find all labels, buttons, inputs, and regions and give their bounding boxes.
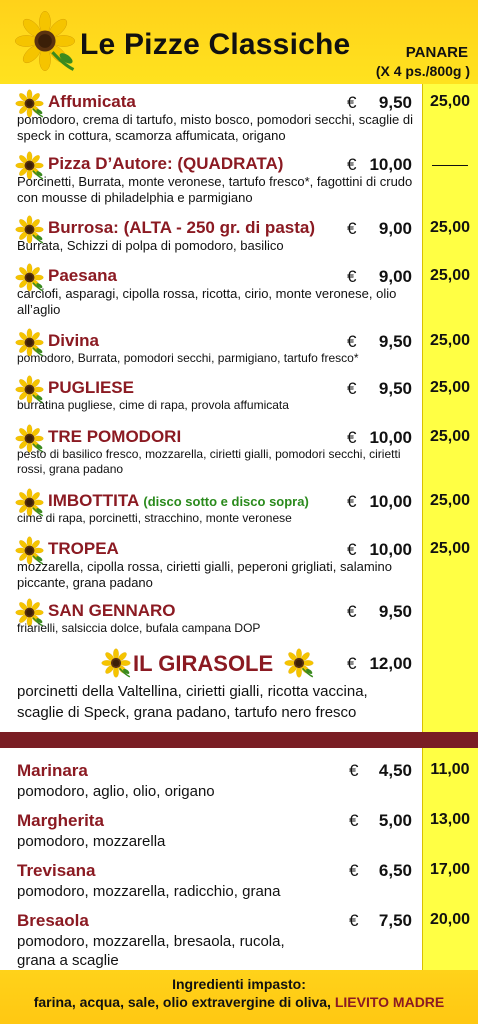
- item-name-note: (disco sotto e disco sopra): [143, 494, 309, 509]
- item-price: 10,00: [369, 492, 412, 511]
- euro-sign: €: [347, 267, 357, 286]
- item-price: 10,00: [369, 155, 412, 174]
- panare-column: [422, 84, 478, 732]
- item-name: Divina: [48, 331, 100, 350]
- panare-column-classiche: [422, 748, 478, 970]
- euro-sign: €: [349, 811, 359, 830]
- item-panare-price: 25,00: [429, 540, 471, 557]
- item-price: 9,50: [378, 93, 412, 112]
- item-price: 9,00: [378, 267, 412, 286]
- item-price: 4,50: [378, 761, 412, 780]
- footer-ingredients: Ingredienti impasto: farina, acqua, sale…: [0, 970, 478, 1024]
- panare-label: PANARE: [405, 44, 468, 61]
- item-panare-price: 25,00: [429, 428, 471, 445]
- footer-ingredients-list: farina, acqua, sale, olio extravergine d…: [33, 994, 331, 1010]
- item-name: Burrosa: (ALTA - 250 gr. di pasta): [48, 218, 316, 237]
- item-description: burratina pugliese, cime di rapa, provol…: [17, 398, 289, 412]
- euro-sign: €: [347, 602, 357, 621]
- item-price: 9,50: [378, 379, 412, 398]
- item-price: 6,50: [378, 861, 412, 880]
- item-description: Porcinetti, Burrata, monte veronese, tar…: [17, 174, 413, 205]
- special-description: porcinetti della Valtellina, ciriettі gi…: [17, 683, 368, 721]
- euro-sign: €: [349, 761, 359, 780]
- euro-sign: €: [347, 379, 357, 398]
- euro-sign: €: [347, 155, 357, 174]
- item-description: pomodoro, mozzarella, bresaola, rucola, …: [17, 933, 285, 969]
- item-name: Pizza D’Autore: (QUADRATA): [48, 154, 284, 173]
- item-panare-price: 25,00: [429, 219, 471, 236]
- item-panare-unavailable: [432, 165, 468, 166]
- item-name: TRE POMODORI: [48, 427, 182, 446]
- item-panare-price: 17,00: [429, 861, 471, 878]
- item-price: 10,00: [369, 540, 412, 559]
- special-price: 12,00: [369, 654, 412, 673]
- item-name: Trevisana: [17, 861, 96, 880]
- item-panare-price: 11,00: [430, 761, 470, 778]
- item-name-text: IMBOTTITA: [48, 491, 139, 510]
- item-name: Bresaola: [17, 911, 89, 930]
- item-name: Margherita: [17, 811, 104, 830]
- item-description: mozzarella, cipolla rossa, ciriettі gial…: [17, 559, 392, 590]
- item-description: Burrata, Schizzi di polpa di pomodoro, b…: [17, 238, 284, 253]
- item-name: SAN GENNARO: [48, 601, 176, 620]
- footer-lievito: LIEVITO MADRE: [334, 994, 445, 1010]
- item-name: PUGLIESE: [48, 378, 134, 397]
- item-name: TROPEA: [48, 539, 119, 558]
- item-price: 9,00: [378, 219, 412, 238]
- item-panare-price: 25,00: [429, 492, 471, 509]
- item-panare-price: 25,00: [429, 267, 471, 284]
- euro-sign: €: [347, 654, 357, 673]
- item-name: Affumicata: [48, 92, 136, 111]
- special-name: IL GIRASOLE: [133, 651, 274, 676]
- item-description: pomodoro, Burrata, pomodori secchi, parm…: [17, 351, 359, 365]
- euro-sign: €: [347, 540, 357, 559]
- item-description: pomodoro, aglio, olio, origano: [17, 783, 215, 800]
- item-panare-price: 25,00: [429, 332, 471, 349]
- footer-text: farina, acqua, sale, olio extravergine d…: [0, 994, 478, 1010]
- item-description: pomodoro, mozzarella, radicchio, grana: [17, 883, 281, 900]
- item-description: friarielli, salsiccia dolce, bufala camp…: [17, 621, 261, 635]
- item-price: 9,50: [378, 332, 412, 351]
- item-description: pesto di basilico fresco, mozzarella, ci…: [17, 447, 401, 476]
- item-panare-price: 20,00: [429, 911, 471, 928]
- euro-sign: €: [347, 93, 357, 112]
- sunflower-icon: [101, 648, 131, 678]
- item-panare-price: 25,00: [429, 93, 471, 110]
- sunflower-logo-icon: [14, 10, 76, 72]
- section-divider: [0, 732, 478, 748]
- item-name: Marinara: [17, 761, 88, 780]
- item-price: 9,50: [378, 602, 412, 621]
- item-description: cime di rapa, porcinetti, stracchino, mo…: [17, 511, 292, 525]
- euro-sign: €: [347, 492, 357, 511]
- item-description: carciofi, asparagi, cipolla rossa, ricot…: [17, 286, 397, 317]
- footer-heading: Ingredienti impasto:: [172, 976, 306, 992]
- euro-sign: €: [347, 428, 357, 447]
- item-price: 5,00: [378, 811, 412, 830]
- item-price: 10,00: [369, 428, 412, 447]
- sunflower-icon: [284, 648, 314, 678]
- item-description: pomodoro, crema di tartufo, misto bosco,…: [17, 112, 413, 143]
- euro-sign: €: [347, 219, 357, 238]
- euro-sign: €: [349, 861, 359, 880]
- panare-sublabel: (X 4 ps./800g ): [375, 63, 470, 79]
- item-name: Paesana: [48, 266, 117, 285]
- item-panare-price: 25,00: [429, 379, 471, 396]
- item-description: pomodoro, mozzarella: [17, 833, 166, 850]
- page-title: Le Pizze Classiche: [80, 28, 351, 61]
- item-panare-price: 13,00: [429, 811, 471, 828]
- euro-sign: €: [347, 332, 357, 351]
- euro-sign: €: [349, 911, 359, 930]
- header-banner: Le Pizze Classiche PANARE (X 4 ps./800g …: [0, 0, 478, 84]
- item-price: 7,50: [378, 911, 412, 930]
- item-name: IMBOTTITA (disco sotto e disco sopra): [48, 491, 309, 511]
